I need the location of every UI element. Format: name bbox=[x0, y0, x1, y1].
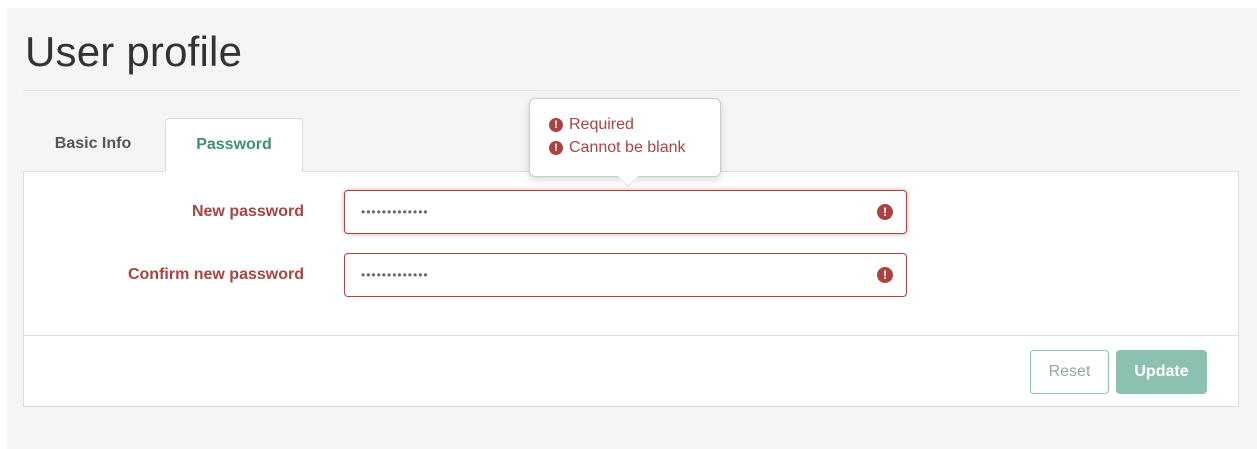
form-footer: Reset Update bbox=[24, 335, 1238, 407]
exclamation-circle-icon: ! bbox=[877, 267, 893, 283]
validation-message-text: Required bbox=[569, 115, 634, 133]
exclamation-circle-icon: ! bbox=[549, 117, 563, 132]
page-title: User profile bbox=[25, 28, 243, 75]
exclamation-circle-icon: ! bbox=[877, 204, 893, 220]
confirm-password-input[interactable] bbox=[344, 253, 907, 297]
exclamation-circle-icon: ! bbox=[549, 140, 563, 155]
new-password-row: New password ! bbox=[24, 190, 1238, 234]
password-form-panel: New password ! Confirm new password ! Re… bbox=[23, 171, 1239, 407]
validation-popover: ! Required ! Cannot be blank bbox=[529, 98, 721, 187]
tab-basic-info[interactable]: Basic Info bbox=[23, 118, 163, 172]
reset-button[interactable]: Reset bbox=[1030, 350, 1109, 394]
page: User profile Basic Info Password ! Requi… bbox=[7, 8, 1257, 449]
title-divider bbox=[23, 90, 1240, 91]
confirm-password-label: Confirm new password bbox=[127, 266, 304, 283]
confirm-password-row: Confirm new password ! bbox=[24, 253, 1238, 297]
validation-message: ! Cannot be blank bbox=[549, 136, 720, 159]
update-button[interactable]: Update bbox=[1116, 350, 1207, 394]
validation-message: ! Required bbox=[549, 113, 720, 136]
new-password-label: New password bbox=[191, 203, 304, 220]
new-password-input[interactable] bbox=[344, 190, 907, 234]
validation-message-text: Cannot be blank bbox=[569, 138, 686, 156]
tab-password[interactable]: Password bbox=[165, 118, 303, 172]
